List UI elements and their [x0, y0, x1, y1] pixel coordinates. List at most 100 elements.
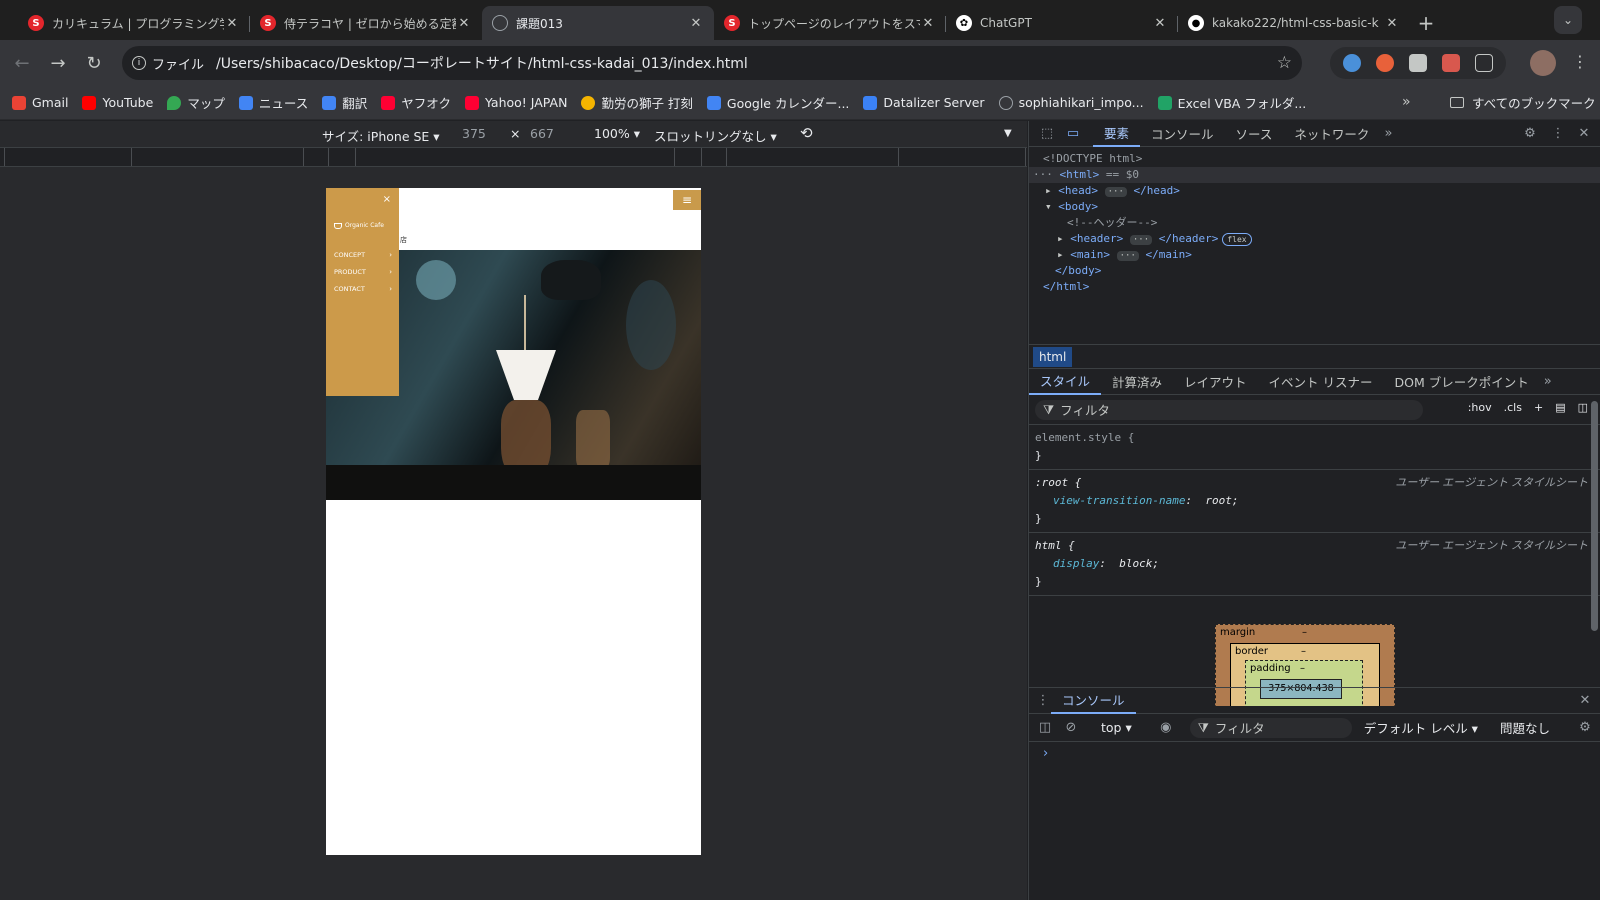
browser-tab[interactable]: S カリキュラム | プログラミング学 ✕ — [18, 6, 250, 40]
ruler-segment[interactable] — [303, 148, 304, 166]
bookmark-item[interactable]: Gmail — [12, 95, 68, 110]
printer-extension-icon[interactable] — [1441, 54, 1460, 72]
rotate-icon[interactable]: ⟲ — [800, 124, 813, 142]
hamburger-menu-button[interactable]: ≡ — [673, 190, 701, 210]
ruler-segment[interactable] — [726, 148, 727, 166]
tab-computed[interactable]: 計算済み — [1101, 369, 1173, 395]
gear-icon[interactable]: ⚙ — [1522, 126, 1538, 142]
bookmark-item[interactable]: ニュース — [238, 93, 308, 112]
bookmark-item[interactable]: YouTube — [82, 95, 153, 110]
inspect-icon[interactable]: ⬚ — [1039, 126, 1055, 142]
ruler-segment[interactable] — [674, 148, 675, 166]
ruler-segment[interactable] — [898, 148, 899, 166]
close-icon[interactable]: ✕ — [1576, 126, 1592, 142]
more-menu-icon[interactable]: ⋮ — [1572, 52, 1588, 71]
device-size-select[interactable]: サイズ: iPhone SE ▾ — [322, 126, 440, 145]
kebab-icon[interactable]: ⋮ — [1035, 693, 1051, 709]
tab-search-button[interactable]: ⌄ — [1554, 6, 1582, 34]
context-select[interactable]: top ▾ — [1101, 720, 1132, 735]
puzzle-icon[interactable] — [1474, 54, 1493, 72]
styles-scrollbar[interactable] — [1591, 401, 1598, 631]
close-icon[interactable]: ✕ — [688, 16, 704, 31]
star-extension-icon[interactable] — [1376, 54, 1395, 72]
bookmark-item[interactable]: Datalizer Server — [863, 95, 985, 110]
ruler-segment[interactable] — [4, 148, 5, 166]
tab-event-listeners[interactable]: イベント リスナー — [1258, 369, 1384, 395]
browser-tab[interactable]: S 侍テラコヤ | ゼロから始める定額 ✕ — [250, 6, 482, 40]
tab-dom-breakpoints[interactable]: DOM ブレークポイント — [1384, 369, 1540, 395]
bookmark-item[interactable]: 勤労の獅子 打刻 — [581, 93, 693, 112]
back-button[interactable]: ← — [4, 45, 40, 81]
expand-triangle-icon[interactable]: ▸ — [1057, 248, 1070, 261]
ruler-segment[interactable] — [355, 148, 356, 166]
hov-toggle[interactable]: :hov — [1468, 401, 1492, 414]
chat-extension-icon[interactable] — [1408, 54, 1427, 72]
bookmark-item[interactable]: sophiahikari_impo... — [998, 95, 1144, 110]
nav-item-product[interactable]: PRODUCT › — [334, 263, 392, 280]
forward-button[interactable]: → — [40, 45, 76, 81]
gear-icon[interactable]: ⚙ — [1577, 720, 1593, 736]
device-toggle-icon[interactable]: ▭ — [1065, 126, 1081, 142]
dom-node[interactable]: ▸ <head> ··· </head> — [1029, 183, 1600, 199]
ruler-segment[interactable] — [131, 148, 132, 166]
tab-styles[interactable]: スタイル — [1029, 369, 1102, 395]
bookmark-item[interactable]: 翻訳 — [322, 93, 367, 112]
tab-elements[interactable]: 要素 — [1093, 121, 1141, 147]
more-bookmarks-icon[interactable]: » — [1402, 94, 1411, 110]
profile-avatar[interactable] — [1530, 50, 1556, 76]
rule-property[interactable]: display: block; — [1035, 555, 1594, 573]
kebab-icon[interactable]: ⋮ — [1550, 126, 1566, 142]
tab-layout[interactable]: レイアウト — [1173, 369, 1258, 395]
search-extension-icon[interactable] — [1343, 54, 1362, 72]
tab-console[interactable]: コンソール — [1140, 121, 1225, 147]
zoom-select[interactable]: 100% ▾ — [594, 126, 640, 141]
ruler-segment[interactable] — [701, 148, 702, 166]
console-filter-input[interactable]: ⧩ フィルタ — [1189, 717, 1352, 738]
bookmark-item[interactable]: Excel VBA フォルダ... — [1157, 93, 1306, 112]
bookmark-item[interactable]: Google カレンダー... — [706, 93, 849, 112]
nav-item-concept[interactable]: CONCEPT › — [334, 246, 392, 263]
dom-node[interactable]: ▸ <header> ··· </header> flex — [1029, 231, 1600, 247]
ruler-segment[interactable] — [1025, 148, 1026, 166]
dom-node-selected[interactable]: ··· <html> == $0 — [1029, 167, 1600, 183]
ruler-segment[interactable] — [328, 148, 329, 166]
expand-triangle-icon[interactable]: ▸ — [1057, 232, 1070, 245]
cls-toggle[interactable]: .cls — [1504, 401, 1522, 414]
console-prompt[interactable]: › — [1029, 742, 1600, 765]
style-rule[interactable]: ユーザー エージェント スタイルシート html { display: bloc… — [1029, 533, 1600, 596]
dom-node[interactable]: ▾ <body> — [1029, 199, 1600, 215]
rule-property[interactable]: view-transition-name: root; — [1035, 492, 1594, 510]
site-info-chip[interactable]: i ファイル — [132, 54, 204, 73]
dom-node[interactable]: <!--ヘッダー--> — [1029, 215, 1600, 231]
close-icon[interactable]: × — [383, 194, 391, 205]
site-logo[interactable]: Organic Cafe — [334, 222, 384, 229]
close-icon[interactable]: ✕ — [224, 16, 240, 31]
close-icon[interactable]: ✕ — [1152, 16, 1168, 31]
styles-filter-input[interactable]: ⧩ フィルタ — [1035, 399, 1423, 420]
bookmark-item[interactable]: ヤフオク — [381, 93, 451, 112]
flex-badge[interactable]: flex — [1222, 233, 1252, 246]
throttling-select[interactable]: スロットリングなし ▾ — [654, 126, 777, 145]
issues-button[interactable]: 問題なし — [1500, 718, 1550, 737]
browser-tab[interactable]: ● kakako222/html-css-basic-k ✕ — [1178, 6, 1410, 40]
browser-tab-active[interactable]: 課題013 ✕ — [482, 6, 714, 40]
dom-node[interactable]: </html> — [1029, 279, 1600, 295]
browser-tab[interactable]: S トップページのレイアウトをスマ ✕ — [714, 6, 946, 40]
clear-console-icon[interactable]: ⊘ — [1063, 720, 1079, 736]
close-icon[interactable]: ✕ — [1384, 16, 1400, 31]
ellipsis-badge[interactable]: ··· — [1104, 187, 1127, 197]
close-icon[interactable]: ✕ — [920, 16, 936, 31]
breadcrumb-item[interactable]: html — [1033, 346, 1073, 367]
bookmark-item[interactable]: Yahoo! JAPAN — [465, 95, 567, 110]
dom-node[interactable]: ▸ <main> ··· </main> — [1029, 247, 1600, 263]
nav-item-contact[interactable]: CONTACT › — [334, 280, 392, 297]
style-rule[interactable]: ユーザー エージェント スタイルシート :root { view-transit… — [1029, 470, 1600, 533]
height-input[interactable]: 667 — [530, 126, 554, 141]
dom-node[interactable]: <!DOCTYPE html> — [1029, 151, 1600, 167]
expand-triangle-icon[interactable]: ▸ — [1045, 184, 1058, 197]
all-bookmarks-button[interactable]: すべてのブックマーク — [1450, 93, 1596, 112]
url-text[interactable]: /Users/shibacaco/Desktop/コーポレートサイト/html-… — [216, 53, 748, 73]
ellipsis-badge[interactable]: ··· — [1129, 235, 1153, 245]
tab-console-drawer[interactable]: コンソール — [1051, 688, 1136, 714]
device-options-icon[interactable]: ▼ — [1004, 128, 1012, 139]
